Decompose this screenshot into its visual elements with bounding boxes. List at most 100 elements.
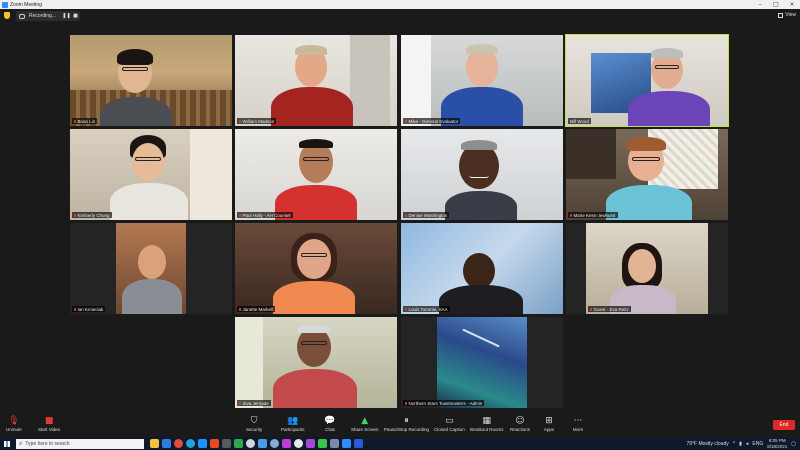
share-screen-icon: ▲: [361, 415, 369, 426]
door: [350, 35, 390, 126]
file-explorer-icon[interactable]: [150, 439, 159, 448]
minimize-icon[interactable]: –: [752, 0, 768, 9]
language-indicator[interactable]: ENG: [752, 441, 763, 447]
title-bar: Zoom Meeting – □ ×: [0, 0, 800, 9]
app-icon[interactable]: [246, 439, 255, 448]
glasses: [135, 157, 161, 161]
taskbar-clock[interactable]: 8:05 PM 8/18/2021: [767, 438, 787, 449]
participant-name-label: Mike - General Evaluator: [403, 118, 461, 124]
chat-button[interactable]: 💬 Chat: [324, 415, 336, 433]
meeting-info-shield-icon[interactable]: [4, 12, 10, 19]
apps-button[interactable]: ⊞ Apps: [543, 415, 555, 433]
participant-name-label: Northern Stars Toastmasters - Admin: [403, 400, 485, 406]
participant-name-label: Brian Lin: [72, 118, 98, 124]
video-tile[interactable]: Ian Kmieciak: [70, 223, 232, 314]
app-icon[interactable]: [318, 439, 327, 448]
participant-name-label: Denise Washington: [403, 212, 450, 218]
zoom-taskbar-icon[interactable]: [342, 439, 351, 448]
start-video-button[interactable]: ■ Start Video: [38, 415, 60, 433]
participant-name-label: Paul Holly - AH Counsel: [237, 212, 293, 218]
app-icon[interactable]: [294, 439, 303, 448]
video-tile[interactable]: William Madson: [235, 35, 397, 126]
start-button[interactable]: [0, 437, 14, 450]
video-tile[interactable]: Siva Jernade: [235, 317, 397, 408]
grid-view-icon: [778, 12, 784, 18]
muted-mic-icon: [405, 119, 407, 123]
share-screen-button[interactable]: ▲ Share Screen: [351, 415, 379, 433]
smile: [469, 175, 489, 178]
participants-button[interactable]: 👥 Participants: [281, 415, 305, 433]
app-icon[interactable]: [222, 439, 231, 448]
muted-mic-icon: [74, 213, 76, 217]
maximize-icon[interactable]: □: [768, 0, 784, 9]
recording-label: Recording...: [29, 13, 56, 19]
muted-mic-icon: [405, 213, 407, 217]
participant-hair: [297, 325, 331, 333]
office-icon[interactable]: [210, 439, 219, 448]
ie-icon[interactable]: [198, 439, 207, 448]
participant-name-label: Bill Wood: [568, 118, 591, 124]
breakout-rooms-button[interactable]: ▦ Breakout Rooms: [470, 415, 504, 433]
participant-name-label: Ian Kmieciak: [72, 306, 106, 312]
video-tile[interactable]: Janette Markell: [235, 223, 397, 314]
video-tile[interactable]: Mike - General Evaluator: [401, 35, 563, 126]
pause-stop-icon: ⏸: [404, 415, 409, 426]
participant-hair: [295, 45, 327, 55]
video-tile[interactable]: Guest - Eva Reitz: [566, 223, 728, 314]
apps-icon: ⊞: [545, 415, 553, 426]
participant-name-label: Janette Markell: [237, 306, 276, 312]
participant-body: [100, 97, 172, 126]
video-tile[interactable]: Northern Stars Toastmasters - Admin: [401, 317, 563, 408]
app-icon[interactable]: [270, 439, 279, 448]
glasses: [655, 65, 679, 69]
weather-widget[interactable]: 79°F Mostly cloudy: [686, 441, 728, 447]
participant-face: [138, 245, 166, 279]
app-icon[interactable]: [162, 439, 171, 448]
volume-icon[interactable]: ◂: [746, 441, 749, 447]
unmute-button[interactable]: 🎙 Unmute: [6, 415, 22, 433]
video-tile[interactable]: Paul Holly - AH Counsel: [235, 129, 397, 220]
onenote-icon[interactable]: [306, 439, 315, 448]
edge-icon[interactable]: [186, 439, 195, 448]
pause-recording-icon[interactable]: ❚❚: [62, 13, 71, 19]
more-button[interactable]: ··· More: [572, 415, 584, 433]
video-off-icon: ■: [44, 415, 54, 426]
app-icon[interactable]: [330, 439, 339, 448]
end-meeting-button[interactable]: End: [773, 420, 795, 430]
video-tile-active-speaker[interactable]: Bill Wood: [565, 34, 729, 127]
network-icon[interactable]: ▮: [739, 441, 742, 447]
taskbar-search-box[interactable]: ⌕ Type here to search: [16, 438, 144, 449]
app-icon[interactable]: [258, 439, 267, 448]
search-placeholder: Type here to search: [25, 440, 70, 447]
video-tile[interactable]: Marie Kess-Jewhurst: [566, 129, 728, 220]
video-tile[interactable]: Denise Washington: [401, 129, 563, 220]
tray-chevron-icon[interactable]: ^: [733, 441, 735, 447]
chrome-icon[interactable]: [174, 439, 183, 448]
muted-mic-icon: [239, 119, 241, 123]
participant-body: [110, 183, 188, 220]
window-controls: – □ ×: [752, 0, 800, 9]
notifications-icon[interactable]: ▢: [791, 441, 796, 447]
security-button[interactable]: ⛉ Security: [246, 415, 262, 433]
reactions-button[interactable]: ☺ Reactions: [510, 415, 530, 433]
video-tile[interactable]: Kimberly Chung: [70, 129, 232, 220]
system-tray: 79°F Mostly cloudy ^ ▮ ◂ ENG 8:05 PM 8/1…: [686, 437, 796, 450]
view-button[interactable]: View: [778, 12, 796, 18]
word-icon[interactable]: [354, 439, 363, 448]
recording-indicator: Recording... ❚❚ ■: [16, 11, 80, 21]
close-icon[interactable]: ×: [784, 0, 800, 9]
participant-name-label: Kimberly Chung: [72, 212, 112, 218]
app-icon[interactable]: [282, 439, 291, 448]
app-icon[interactable]: [234, 439, 243, 448]
participant-body: [273, 369, 357, 408]
glasses: [303, 157, 329, 161]
participant-body: [273, 281, 355, 314]
closed-caption-button[interactable]: ▭ Closed Caption: [434, 415, 465, 433]
stop-recording-icon[interactable]: ■: [71, 13, 80, 19]
cloud-record-icon: [19, 13, 25, 19]
video-tile[interactable]: Louis Tommie, SAA: [401, 223, 563, 314]
pause-stop-recording-button[interactable]: ⏸ Pause/Stop Recording: [384, 415, 429, 433]
meeting-header: Recording... ❚❚ ■ View: [0, 9, 800, 23]
video-tile[interactable]: Brian Lin: [70, 35, 232, 126]
muted-mic-icon: 🎙: [8, 415, 20, 426]
